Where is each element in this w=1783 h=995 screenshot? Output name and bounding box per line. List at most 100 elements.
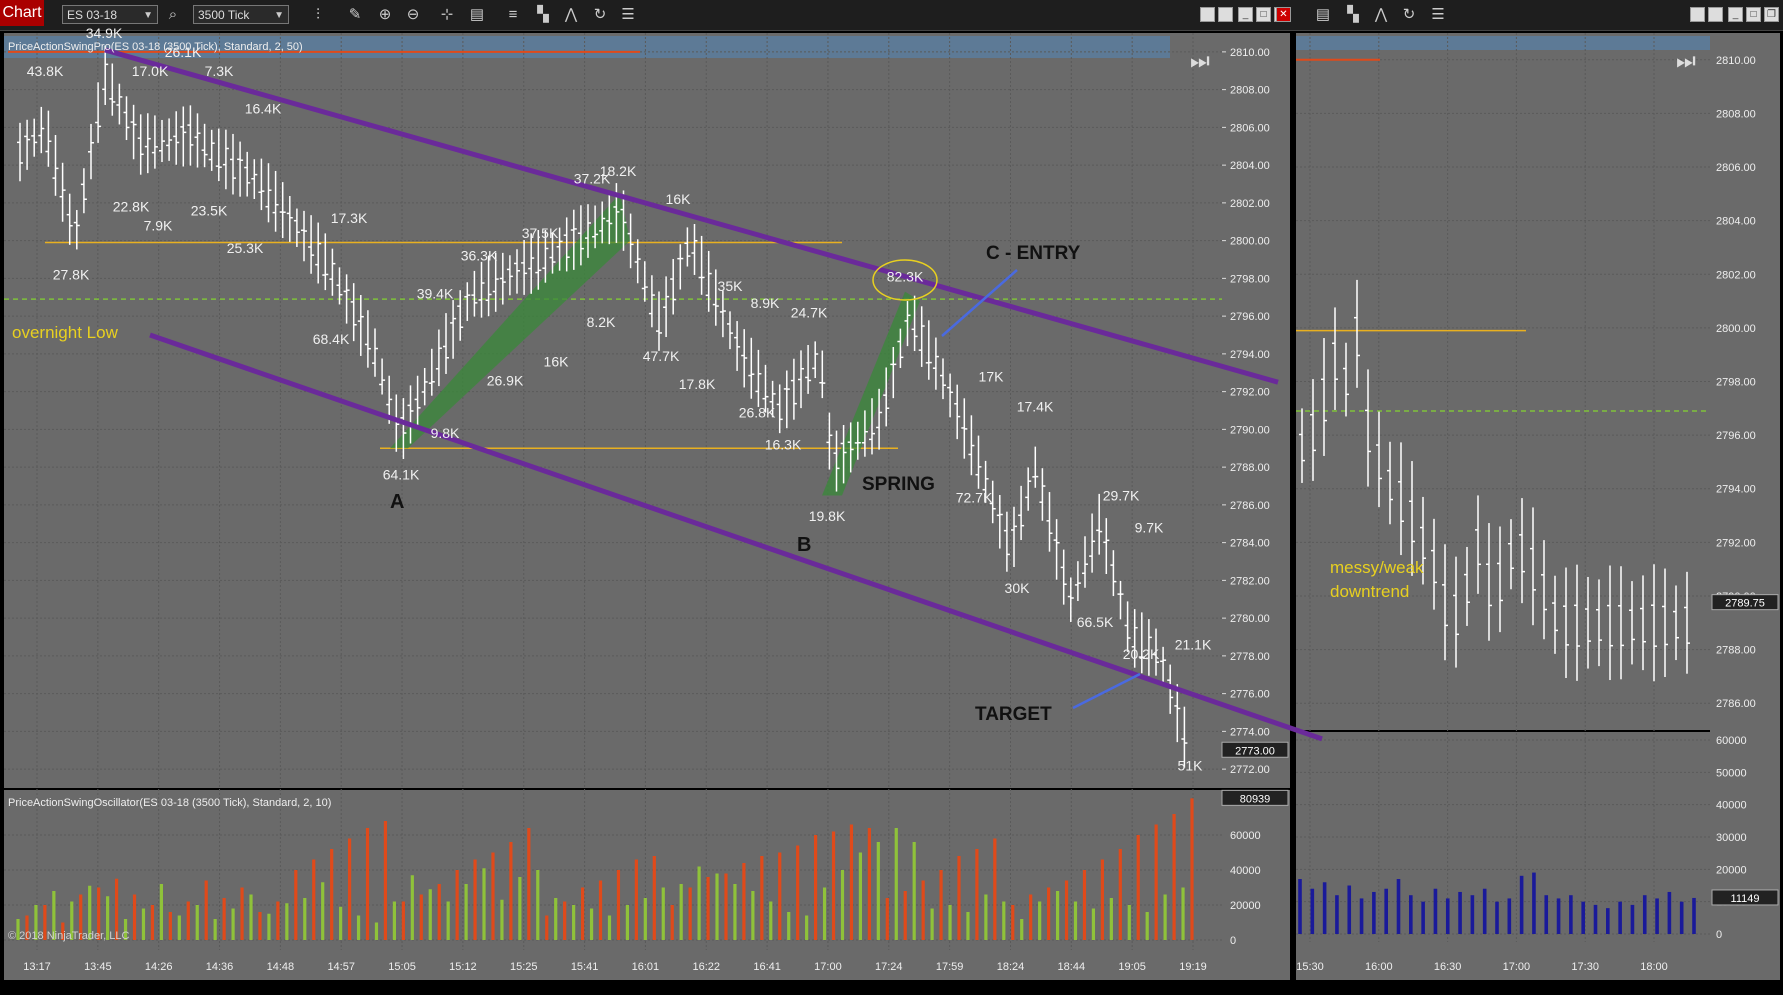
swing-volume-label: 36.3K [461, 248, 498, 264]
osc-bar-up [195, 905, 199, 940]
osc-bar-down [742, 863, 746, 940]
swing-volume-label: 17.0K [132, 63, 169, 79]
x-tick-label: 17:00 [814, 961, 842, 973]
x-tick-label: 18:44 [1058, 961, 1086, 973]
y-tick-label: 2804.00 [1230, 160, 1270, 172]
swing-volume-label: 37.5K [522, 225, 559, 241]
osc-bar-down [545, 915, 549, 940]
osc-bar [1544, 895, 1549, 934]
osc-bar-up [356, 915, 361, 940]
x-tick-label: 14:36 [206, 961, 234, 973]
x-tick-label: 16:22 [692, 961, 720, 973]
x-tick-label: 14:57 [327, 961, 355, 973]
y-tick-label: 2806.00 [1716, 162, 1756, 174]
swing-volume-label: 17.3K [331, 210, 368, 226]
main-panel-right[interactable] [1296, 33, 1710, 730]
osc-bar-up [267, 913, 271, 940]
osc-tick-label: 60000 [1716, 735, 1747, 747]
y-tick-label: 2800.00 [1230, 236, 1270, 248]
osc-bar-down [849, 824, 854, 940]
annotation-c-entry: C - ENTRY [986, 243, 1081, 264]
osc-bar-up [966, 912, 970, 940]
jump-to-end-icon[interactable]: ⏭ [1676, 48, 1696, 73]
osc-bar-up [482, 868, 486, 940]
osc-bar-up [554, 898, 558, 940]
swing-volume-label: 23.5K [191, 202, 228, 218]
oscillator-panel-right[interactable] [1296, 732, 1710, 942]
swing-volume-label: 29.7K [1103, 487, 1140, 503]
osc-bar-up [697, 866, 701, 940]
osc-bar [1421, 901, 1425, 934]
osc-tick-label: 0 [1716, 929, 1722, 941]
annotation-messy-weak: messy/weak [1330, 558, 1424, 577]
osc-bar-down [276, 901, 280, 940]
osc-bar [1482, 888, 1487, 934]
y-tick-label: 2806.00 [1230, 122, 1270, 134]
osc-bar-up [751, 891, 755, 940]
swing-volume-label: 9.7K [1135, 520, 1164, 536]
osc-bar [1335, 895, 1339, 934]
swing-volume-label: 16.3K [765, 436, 802, 452]
osc-tick-label: 30000 [1716, 832, 1747, 844]
osc-bar [1372, 891, 1376, 934]
osc-bar [1347, 885, 1352, 934]
y-tick-label: 2778.00 [1230, 651, 1270, 663]
osc-tick-label: 20000 [1716, 864, 1747, 876]
osc-bar [1593, 904, 1598, 934]
osc-bar-up [607, 915, 612, 940]
chart-canvas[interactable]: 2810.00 2808.00 2806.00 2804.00 2802.00 2800.… [0, 0, 1783, 995]
jump-to-end-icon[interactable]: ⏭ [1190, 48, 1210, 73]
osc-bar-up [249, 894, 253, 940]
osc-bar-down [240, 887, 244, 940]
x-tick-label: 16:41 [753, 961, 781, 973]
osc-bar-down [563, 901, 567, 940]
osc-bar-down [401, 901, 405, 940]
y-tick-label: 2788.00 [1230, 462, 1270, 474]
annotation-b: B [797, 534, 811, 556]
osc-bar [1532, 872, 1536, 934]
swing-volume-label: 30K [1005, 580, 1031, 596]
osc-bar [1458, 891, 1462, 934]
osc-bar-down [491, 852, 495, 940]
osc-bar-down [437, 884, 441, 940]
x-tick-label: 13:17 [23, 961, 51, 973]
y-tick-label: 2810.00 [1716, 55, 1756, 67]
y-tick-label: 2808.00 [1716, 108, 1756, 120]
osc-bar [1556, 898, 1561, 934]
osc-bar [1359, 898, 1364, 934]
osc-bar-down [294, 870, 298, 940]
swing-volume-label: 47.7K [643, 348, 680, 364]
y-tick-label: 2798.00 [1230, 273, 1270, 285]
osc-bar-down [1136, 835, 1140, 940]
osc-bar-up [339, 906, 343, 940]
osc-bar-down [1011, 905, 1015, 940]
x-tick-label: 14:48 [267, 961, 295, 973]
osc-bar [1519, 875, 1524, 934]
osc-bar [1692, 897, 1696, 934]
osc-bar [1642, 895, 1647, 934]
y-tick-label: 2804.00 [1716, 216, 1756, 228]
osc-bar-up [984, 894, 988, 940]
osc-bar-up [1091, 908, 1096, 940]
swing-volume-label: 22.8K [113, 199, 150, 215]
osc-bar-up [1145, 912, 1149, 940]
x-tick-label: 16:00 [1365, 961, 1393, 973]
price-axis-left[interactable] [1222, 33, 1290, 788]
swing-volume-label: 18.2K [600, 163, 637, 179]
osc-tick-label: 60000 [1230, 830, 1261, 842]
swing-volume-label: 43.8K [27, 63, 64, 79]
osc-bar-up [894, 828, 898, 940]
osc-bar-up [177, 915, 181, 940]
osc-bar-down [527, 828, 531, 940]
osc-bar-up [1055, 891, 1060, 940]
osc-bar-down [1064, 880, 1069, 940]
x-tick-label: 13:45 [84, 961, 112, 973]
osc-bar [1409, 895, 1413, 934]
osc-bar-down [903, 891, 907, 940]
osc-bar-down [509, 842, 513, 940]
swing-volume-label: 17.4K [1017, 399, 1054, 415]
osc-bar [1433, 888, 1438, 934]
y-tick-label: 2802.00 [1230, 198, 1270, 210]
osc-bar-down [814, 835, 818, 940]
last-price-marker: 2773.00 [1235, 745, 1275, 757]
